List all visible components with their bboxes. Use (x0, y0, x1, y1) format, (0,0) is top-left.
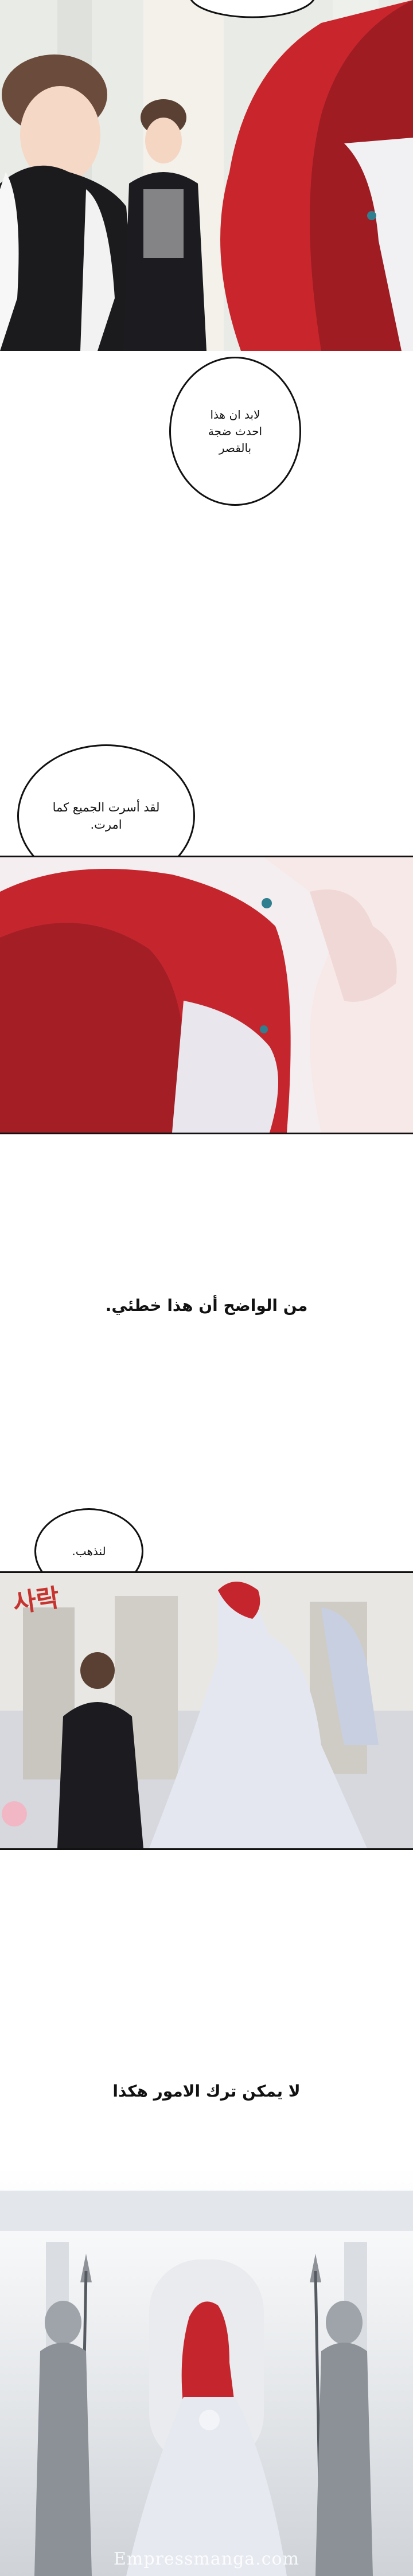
panel-walking-art (0, 1573, 413, 1848)
panel-hall-art (0, 2168, 413, 2576)
watermark-text: Empressmanga.com (113, 2549, 300, 2569)
panel-profile-closeup (0, 856, 413, 1134)
speech-bubble-1-text: لابد ان هذا احدث ضجة بالقصر (208, 407, 263, 455)
panel-profile-art (0, 857, 413, 1133)
panel-hall: Empressmanga.com (0, 2168, 413, 2576)
narration-caption-1: من الواضح أن هذا خطئي. (105, 1296, 308, 1315)
panel-maids (0, 0, 413, 351)
narration-caption-2: لا يمكن ترك الامور هكذا (112, 2082, 301, 2101)
speech-bubble-1: لابد ان هذا احدث ضجة بالقصر (169, 357, 301, 506)
speech-bubble-3-text: لنذهب. (72, 1544, 106, 1558)
panel-maids-art (0, 0, 413, 351)
sfx-text: 사락 (11, 1583, 61, 1619)
panel-walking: 사락 (0, 1571, 413, 1850)
speech-bubble-2-text: لقد أسرت الجميع كما امرت. (52, 800, 160, 832)
